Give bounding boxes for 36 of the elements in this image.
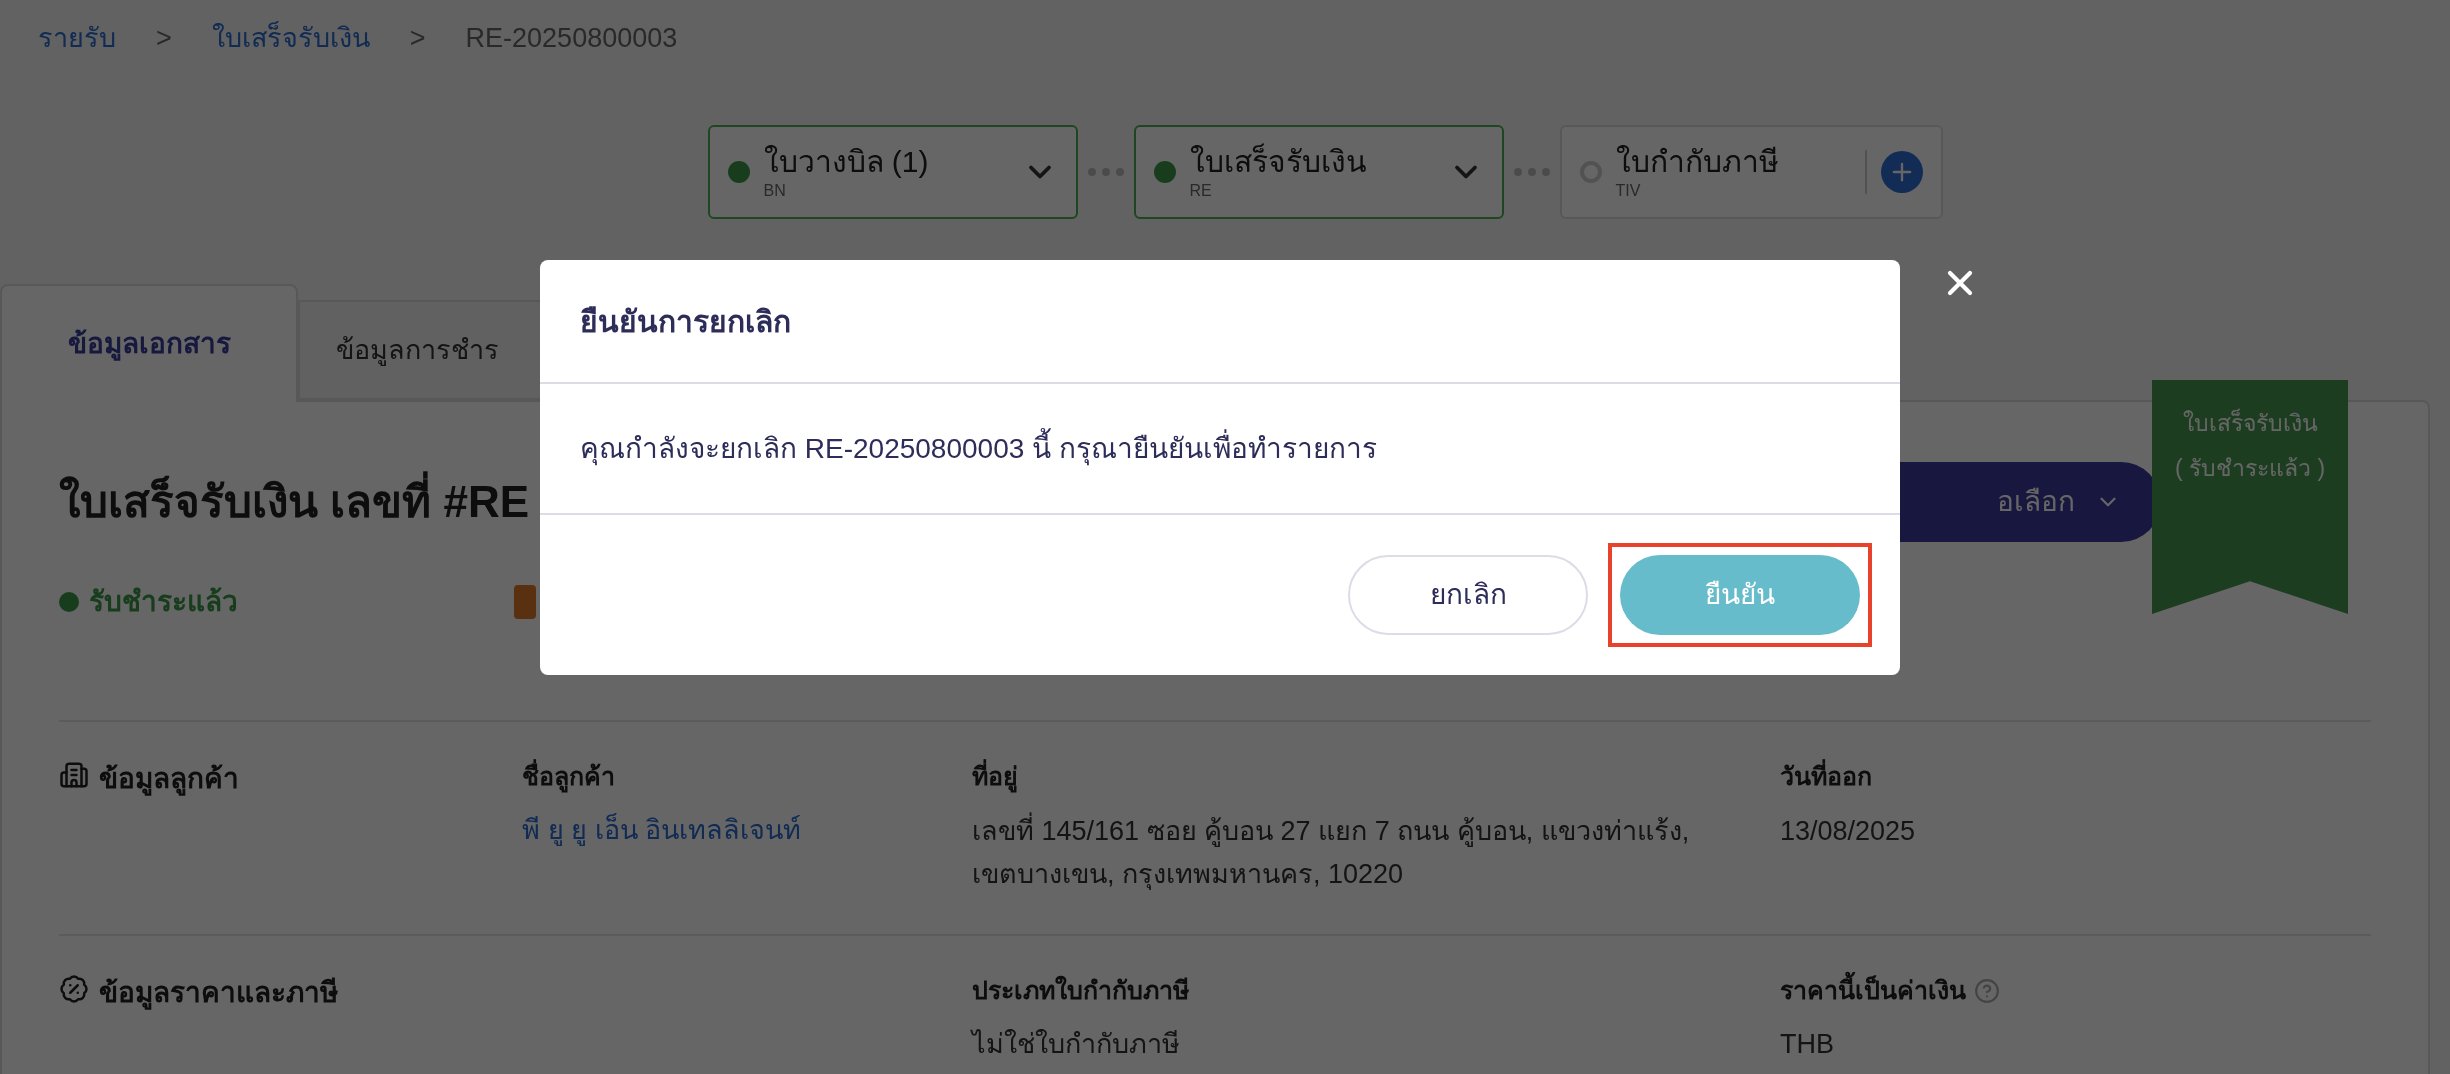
field-label: ชื่อลูกค้า [522, 758, 615, 796]
tab[interactable]: ข้อมูลเอกสาร [0, 284, 298, 402]
confirm-button[interactable]: ยืนยัน [1620, 555, 1860, 635]
breadcrumb-separator: > [409, 21, 426, 55]
section-title: ข้อมูลราคาและภาษี [99, 975, 338, 1012]
tab[interactable]: ข้อมูลการชำร [298, 300, 540, 400]
field-value: THB [1780, 1028, 1835, 1062]
document-type-title: ใบเสร็จรับเงิน [1189, 143, 1368, 181]
cancel-button[interactable]: ยกเลิก [1348, 555, 1588, 635]
ribbon-text: ใบเสร็จรับเงิน [2182, 407, 2318, 438]
document-type-code: TIV [1615, 180, 1642, 201]
field-label: ที่อยู่ [972, 758, 1018, 796]
breadcrumb-link[interactable]: รายรับ [38, 17, 116, 59]
dialog-title: ยืนยันการยกเลิก [580, 303, 791, 340]
payment-status: รับชำระแล้ว [89, 585, 238, 619]
breadcrumb-current: RE-20250800003 [465, 21, 678, 55]
ribbon-text: ( รับชำระแล้ว ) [2174, 453, 2326, 483]
section-title: ข้อมูลลูกค้า [99, 762, 239, 798]
dialog-message: คุณกำลังจะยกเลิก RE-20250800003 นี้ กรุณายืนยันเพื่อทำรายการ [580, 427, 1377, 470]
breadcrumb-link[interactable]: ใบเสร็จรับเงิน [211, 17, 370, 59]
breadcrumb-separator: > [156, 21, 172, 55]
field-value: เลขที่ 145/161 ซอย คู้บอน 27 แยก 7 ถนน คู้บอน, แขวงท่าแร้ง, เขตบางเขน, กรุงเทพมหานคร, 10220 [972, 809, 1720, 896]
field-value: 13/08/2025 [1780, 814, 1917, 848]
document-type-title: ใบกำกับภาษี [1615, 144, 1780, 181]
field-value: ไม่ใช่ใบกำกับภาษี [972, 1028, 1181, 1062]
field-label: วันที่ออก [1780, 758, 1872, 796]
customer-link[interactable]: พี ยู ยู เอ็น อินเทลลิเจนท์ [522, 809, 912, 850]
document-type-code: RE [1189, 180, 1213, 201]
document-flow-card[interactable]: ใบกำกับภาษี TIV [1559, 125, 1943, 219]
document-heading: ใบเสร็จรับเงิน เลขที่ #RE [59, 469, 530, 535]
field-label: ราคานี้เป็นค่าเงิน [1780, 971, 1966, 1010]
document-type-title: ใบวางบิล (1) [763, 144, 930, 181]
document-flow-card[interactable]: ใบวางบิล (1) BN [707, 125, 1078, 219]
field-label: ประเภทใบกำกับภาษี [972, 974, 1189, 1006]
document-flow-card[interactable]: ใบเสร็จรับเงิน RE [1133, 125, 1504, 219]
document-type-code: BN [763, 180, 787, 201]
